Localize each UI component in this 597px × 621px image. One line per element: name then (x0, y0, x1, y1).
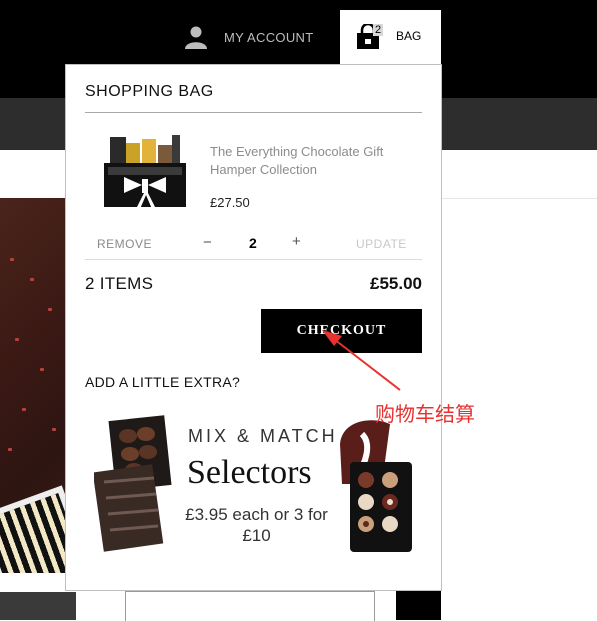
product-image[interactable] (102, 133, 190, 215)
user-icon (185, 26, 207, 49)
my-account-link[interactable]: MY ACCOUNT (184, 24, 313, 50)
extra-title: ADD A LITTLE EXTRA? (85, 374, 241, 390)
promo-mix-match: MIX & MATCH (188, 426, 338, 446)
annotation-label: 购物车结算 (375, 402, 475, 426)
promo-banner[interactable]: MIX & MATCH Selectors £3.95 each or 3 fo… (94, 410, 414, 560)
increase-quantity-button[interactable]: + (292, 233, 301, 250)
thumbnail-image (0, 592, 76, 620)
striped-chocolate (0, 485, 66, 573)
shopping-bag-dropdown: SHOPPING BAG The Everything Chocolate Gi… (65, 64, 442, 591)
remove-button[interactable]: REMOVE (97, 237, 152, 251)
promo-box-right-image (340, 420, 412, 552)
promo-box-left-image (94, 415, 172, 552)
divider (85, 112, 422, 113)
bag-total: £55.00 (370, 274, 422, 293)
update-button[interactable]: UPDATE (356, 237, 407, 251)
product-price: £27.50 (210, 195, 250, 210)
bag-label: BAG (396, 29, 422, 43)
decrease-quantity-button[interactable]: − (203, 234, 212, 251)
newsletter-input[interactable] (125, 591, 375, 621)
promo-title: Selectors (187, 454, 312, 491)
bag-count-badge: 2 (373, 24, 384, 36)
my-account-label: MY ACCOUNT (224, 29, 314, 45)
promo-offer: £3.95 each or 3 for £10 (185, 505, 328, 545)
quantity-value[interactable]: 2 (249, 235, 257, 251)
bag-button[interactable]: 2 BAG (340, 10, 441, 70)
product-name[interactable]: The Everything Chocolate Gift Hamper Col… (210, 143, 410, 179)
checkout-button[interactable]: CHECKOUT (261, 309, 422, 353)
item-count: 2 ITEMS (85, 274, 154, 293)
submit-button[interactable] (396, 591, 441, 620)
hero-image (0, 198, 66, 573)
quantity-row: REMOVE − 2 + UPDATE (85, 229, 422, 260)
bag-title: SHOPPING BAG (85, 83, 214, 100)
